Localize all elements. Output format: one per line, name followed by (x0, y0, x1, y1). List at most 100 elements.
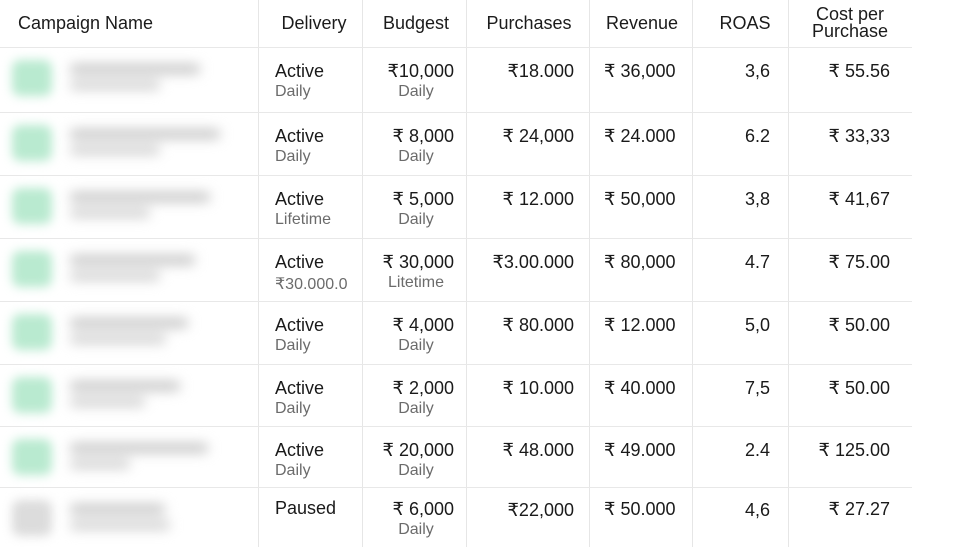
budget-cell: ₹ 20,000 Daily (364, 427, 468, 490)
purchases-value: ₹18.000 (507, 61, 574, 81)
purchases-value: ₹ 12.000 (502, 189, 574, 209)
delivery-status: Active (275, 378, 325, 398)
campaign-thumbnail (12, 188, 52, 224)
budget-cell: ₹10,000 Daily (364, 48, 468, 111)
campaign-name-blurred[interactable] (70, 62, 230, 96)
cpp-value: ₹ 33,33 (828, 126, 891, 146)
campaign-name-blurred[interactable] (70, 253, 230, 287)
cpp-cell: ₹ 50.00 (790, 302, 910, 365)
cpp-value: ₹ 50.00 (828, 315, 891, 335)
cpp-value: ₹ 125.00 (818, 440, 890, 460)
table-row[interactable]: Paused ₹ 6,000 Daily ₹22,000 ₹ 50.000 4,… (0, 487, 912, 547)
cpp-value: ₹ 27.27 (828, 499, 891, 519)
budget-value: ₹ 4,000 (392, 315, 455, 335)
delivery-status: Active (275, 252, 325, 272)
table-row[interactable]: Active Lifetime ₹ 5,000 Daily ₹ 12.000 ₹… (0, 175, 912, 238)
budget-cell: ₹ 6,000 Daily (364, 488, 468, 547)
budget-type: Daily (398, 148, 434, 165)
header-roas[interactable]: ROAS (694, 0, 790, 46)
table-row[interactable]: Active Daily ₹10,000 Daily ₹18.000 ₹ 36,… (0, 47, 912, 110)
purchases-value: ₹ 24,000 (502, 126, 574, 146)
budget-cell: ₹ 2,000 Daily (364, 365, 468, 428)
campaign-thumbnail (12, 125, 52, 161)
campaign-name-blurred[interactable] (70, 316, 230, 350)
budget-value: ₹ 30,000 (382, 252, 454, 272)
campaign-thumbnail (12, 314, 52, 350)
revenue-cell: ₹ 40.000 (590, 365, 694, 428)
table-row[interactable]: Active ₹30.000.0 ₹ 30,000 Litetime ₹3.00… (0, 238, 912, 301)
cpp-value: ₹ 75.00 (828, 252, 891, 272)
header-campaign-name[interactable]: Campaign Name (18, 0, 258, 46)
budget-cell: ₹ 30,000 Litetime (364, 239, 468, 302)
budget-value: ₹ 6,000 (392, 499, 455, 519)
delivery-schedule: Daily (275, 337, 311, 354)
delivery-schedule: Daily (275, 462, 311, 479)
purchases-cell: ₹ 10.000 (468, 365, 590, 428)
revenue-cell: ₹ 49.000 (590, 427, 694, 490)
campaign-name-blurred[interactable] (70, 379, 230, 413)
budget-type: Litetime (387, 274, 445, 291)
roas-value: 6.2 (744, 126, 770, 146)
delivery-schedule: Daily (275, 400, 311, 417)
budget-value: ₹10,000 (387, 61, 454, 81)
purchases-value: ₹ 80.000 (502, 315, 574, 335)
table-header: Campaign Name Delivery Budgest Purchases… (0, 0, 977, 46)
budget-type: Daily (398, 337, 434, 354)
revenue-cell: ₹ 80,000 (590, 239, 694, 302)
header-delivery[interactable]: Delivery (262, 0, 362, 46)
revenue-cell: ₹ 50.000 (590, 488, 694, 547)
revenue-cell: ₹ 12.000 (590, 302, 694, 365)
revenue-cell: ₹ 50,000 (590, 176, 694, 239)
header-budget[interactable]: Budgest (364, 0, 468, 46)
budget-type: Daily (398, 83, 434, 100)
purchases-value: ₹ 48.000 (502, 440, 574, 460)
campaign-name-blurred[interactable] (70, 441, 230, 475)
purchases-value: ₹ 10.000 (502, 378, 574, 398)
delivery-cell: Active Lifetime (262, 176, 362, 239)
revenue-cell: ₹ 24.000 (590, 113, 694, 176)
table-row[interactable]: Active Daily ₹ 2,000 Daily ₹ 10.000 ₹ 40… (0, 364, 912, 427)
purchases-cell: ₹3.00.000 (468, 239, 590, 302)
cpp-cell: ₹ 27.27 (790, 488, 910, 547)
delivery-status: Paused (275, 498, 337, 518)
campaign-name-blurred[interactable] (70, 127, 230, 161)
campaign-name-blurred[interactable] (70, 190, 230, 224)
roas-cell: 3,8 (694, 176, 790, 239)
delivery-schedule: Daily (275, 148, 311, 165)
delivery-cell: Active Daily (262, 113, 362, 176)
delivery-schedule: Lifetime (275, 211, 332, 228)
revenue-value: ₹ 24.000 (604, 126, 676, 146)
revenue-cell: ₹ 36,000 (590, 48, 694, 111)
roas-cell: 7,5 (694, 365, 790, 428)
cpp-cell: ₹ 33,33 (790, 113, 910, 176)
revenue-value: ₹ 50,000 (604, 189, 676, 209)
table-row[interactable]: Active Daily ₹ 20,000 Daily ₹ 48.000 ₹ 4… (0, 426, 912, 489)
table-row[interactable]: Active Daily ₹ 4,000 Daily ₹ 80.000 ₹ 12… (0, 301, 912, 364)
budget-value: ₹ 5,000 (392, 189, 455, 209)
revenue-value: ₹ 36,000 (604, 61, 676, 81)
header-revenue[interactable]: Revenue (590, 0, 694, 46)
cpp-cell: ₹ 50.00 (790, 365, 910, 428)
budget-value: ₹ 2,000 (392, 378, 455, 398)
table-row[interactable]: Active Daily ₹ 8,000 Daily ₹ 24,000 ₹ 24… (0, 112, 912, 175)
delivery-schedule: Daily (275, 83, 311, 100)
cpp-value: ₹ 55.56 (828, 61, 891, 81)
purchases-value: ₹22,000 (507, 500, 574, 520)
revenue-value: ₹ 50.000 (604, 499, 676, 519)
header-cpp-line2: Purchase (811, 21, 889, 41)
campaign-name-blurred[interactable] (70, 502, 230, 536)
header-purchases[interactable]: Purchases (468, 0, 590, 46)
purchases-cell: ₹ 48.000 (468, 427, 590, 490)
roas-cell: 4,6 (694, 488, 790, 547)
purchases-cell: ₹ 24,000 (468, 113, 590, 176)
cpp-value: ₹ 50.00 (828, 378, 891, 398)
campaign-thumbnail (12, 60, 52, 96)
budget-value: ₹ 20,000 (382, 440, 454, 460)
budget-cell: ₹ 8,000 Daily (364, 113, 468, 176)
revenue-value: ₹ 12.000 (604, 315, 676, 335)
revenue-value: ₹ 80,000 (604, 252, 676, 272)
header-cost-per-purchase[interactable]: Cost per Purchase (790, 0, 910, 46)
delivery-status: Active (275, 315, 325, 335)
budget-type: Daily (398, 521, 434, 538)
cpp-cell: ₹ 125.00 (790, 427, 910, 490)
